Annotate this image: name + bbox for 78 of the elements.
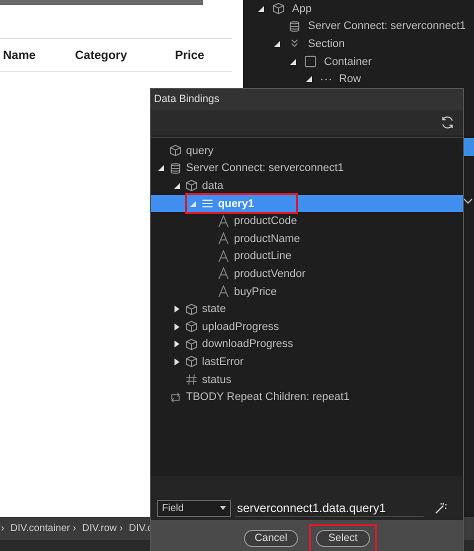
breadcrumb-item[interactable]: DIV.container › [10,523,76,534]
cube-icon [185,320,198,334]
collapse-triangle-icon[interactable] [157,164,165,172]
dialog-button[interactable]: Cancel [244,530,298,546]
database-icon [288,20,301,33]
outline-item[interactable]: Server Connect: serverconnect1 [308,20,466,32]
breadcrumb-item[interactable]: DIV.row › [82,523,123,534]
column-header: Name [2,48,37,62]
tree-row[interactable]: downloadProgress [151,336,463,354]
tree-row[interactable]: productCode [151,212,463,230]
tree-item-label: lastError [202,356,244,368]
list-icon [201,197,214,210]
cube-icon [185,338,198,351]
tree-item-label: status [202,374,232,386]
outline-item[interactable]: Container [324,56,372,68]
tree-item-label: uploadProgress [202,320,280,333]
dialog-title: Data Bindings [151,89,463,110]
tree-item-label: Server Connect: serverconnect1 [186,162,344,174]
dialog-button[interactable]: Select [316,530,370,546]
text-type-icon [217,285,230,298]
collapse-triangle-icon[interactable] [305,75,313,84]
tree-item-label: query1 [218,198,254,210]
cube-icon [185,355,198,368]
column-header: Category [75,48,128,62]
magic-wand-icon[interactable] [434,502,447,514]
collapse-triangle-icon[interactable] [289,58,297,66]
dots-icon [321,78,331,81]
repeat-icon [169,390,182,404]
outline-item[interactable]: Section [308,38,345,50]
tree-item-label: productLine [234,250,292,262]
expand-triangle-icon[interactable] [173,358,181,366]
tree-item-label: query [186,144,214,157]
tree-item-label: downloadProgress [202,338,294,350]
tree-item-label: data [202,180,224,192]
expand-triangle-icon[interactable] [173,340,181,348]
tree-item-label: TBODY Repeat Children: repeat1 [186,391,350,404]
tree-row[interactable]: productName [151,230,463,248]
database-icon [169,162,182,175]
tree-row[interactable]: lastError [151,353,463,371]
expression-field[interactable]: serverconnect1.data.query1 [235,500,424,516]
breadcrumb-item[interactable]: › [1,523,4,534]
expand-triangle-icon[interactable] [173,322,181,331]
tree-row[interactable]: buyPrice [151,282,463,300]
outline-item[interactable]: App [292,2,312,15]
tree-item-label: productCode [234,215,297,228]
tree-row[interactable]: uploadProgress [151,318,463,336]
collapse-triangle-icon[interactable] [273,40,281,48]
tree-row[interactable]: state [151,300,463,318]
cube-icon [185,179,198,192]
cube-icon [169,144,182,158]
square-icon [304,55,317,68]
refresh-icon[interactable] [440,115,455,130]
collapse-triangle-icon[interactable] [173,182,181,190]
caret-icon [220,506,226,510]
text-type-icon [217,250,230,263]
hash-icon [185,373,198,386]
tree-item-label: productVendor [234,268,306,280]
tree-item-label: productName [234,232,300,245]
tree-item-label: buyPrice [234,286,277,298]
column-header: Price [175,48,204,62]
tree-row[interactable]: productLine [151,248,463,266]
tree-item-label: state [202,303,226,316]
tree-row[interactable]: productVendor [151,265,463,283]
tree-row[interactable]: TBODY Repeat Children: repeat1 [151,388,463,406]
outline-item[interactable]: Row [339,73,362,86]
cube-icon [272,2,285,16]
text-type-icon [217,214,230,228]
collapse-triangle-icon[interactable] [257,4,265,13]
cube-icon [185,302,198,316]
chevron-icon[interactable] [463,196,473,206]
text-type-icon [217,232,230,246]
tree-row[interactable]: data [151,177,463,195]
tree-row[interactable]: query [151,142,463,160]
tree-row[interactable]: Server Connect: serverconnect1 [151,160,463,178]
text-type-icon [217,267,230,280]
tree-row[interactable]: status [151,370,463,388]
type-dropdown[interactable]: Field [157,500,231,516]
expand-triangle-icon[interactable] [173,305,181,314]
